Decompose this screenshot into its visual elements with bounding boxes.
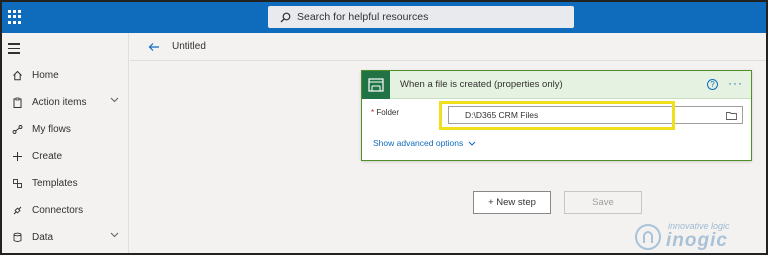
clipboard-icon — [2, 97, 32, 108]
menu-icon[interactable] — [8, 43, 20, 57]
plus-icon — [2, 151, 32, 162]
templates-icon — [2, 178, 32, 189]
advanced-options-label: Show advanced options — [373, 138, 464, 148]
help-icon[interactable]: ? — [707, 79, 718, 90]
top-bar: Search for helpful resources — [2, 2, 766, 33]
app-window: Search for helpful resources Home Action… — [2, 2, 766, 253]
more-options-icon[interactable]: ··· — [728, 76, 743, 90]
sidebar-item-label: Connectors — [32, 204, 84, 216]
sidebar-item-label: Home — [32, 69, 59, 81]
sidebar-item-label: Data — [32, 231, 54, 243]
folder-label-text: Folder — [376, 108, 400, 117]
flow-icon — [2, 124, 32, 135]
back-arrow-icon[interactable] — [148, 42, 160, 52]
folder-label: * Folder — [371, 108, 399, 117]
trigger-card-header[interactable]: When a file is created (properties only)… — [362, 70, 751, 99]
command-bar: Untitled — [130, 33, 766, 61]
new-step-button[interactable]: + New step — [473, 191, 551, 214]
folder-value: D:\D365 CRM Files — [465, 110, 539, 120]
chevron-down-icon — [110, 232, 119, 238]
sidebar-item-label: Create — [32, 150, 63, 162]
sidebar-item-create[interactable]: Create — [2, 143, 129, 169]
inogic-watermark: innovative logic inogic — [630, 219, 766, 253]
sidebar-item-label: Templates — [32, 177, 78, 189]
sidebar: Home Action items My flows Create Templa… — [2, 33, 129, 253]
chevron-down-icon — [468, 141, 476, 146]
database-icon — [2, 232, 32, 243]
app-launcher-icon[interactable] — [8, 10, 22, 24]
search-icon — [280, 12, 291, 22]
search-box[interactable]: Search for helpful resources — [268, 6, 574, 28]
trigger-title: When a file is created (properties only) — [400, 79, 563, 90]
connector-icon — [2, 205, 32, 216]
file-system-icon — [362, 70, 390, 99]
watermark-brand: inogic — [666, 230, 728, 251]
folder-input[interactable]: D:\D365 CRM Files — [448, 106, 743, 124]
sidebar-item-data[interactable]: Data — [2, 224, 129, 250]
sidebar-item-label: Action items — [32, 96, 87, 108]
search-placeholder: Search for helpful resources — [297, 11, 429, 23]
sidebar-item-action-items[interactable]: Action items — [2, 89, 129, 115]
show-advanced-options-link[interactable]: Show advanced options — [373, 138, 476, 148]
trigger-card: When a file is created (properties only)… — [361, 70, 752, 161]
sidebar-item-templates[interactable]: Templates — [2, 170, 129, 196]
home-icon — [2, 70, 32, 81]
inogic-logo-icon — [635, 224, 661, 250]
folder-picker-icon[interactable] — [726, 111, 737, 120]
flow-designer: Untitled When a file is created (propert… — [130, 33, 766, 253]
sidebar-item-label: My flows — [32, 123, 71, 135]
save-button[interactable]: Save — [564, 191, 642, 214]
chevron-down-icon — [110, 97, 119, 103]
required-marker: * — [371, 108, 375, 117]
sidebar-item-my-flows[interactable]: My flows — [2, 116, 129, 142]
sidebar-item-home[interactable]: Home — [2, 62, 129, 88]
sidebar-item-connectors[interactable]: Connectors — [2, 197, 129, 223]
flow-title[interactable]: Untitled — [172, 41, 206, 52]
